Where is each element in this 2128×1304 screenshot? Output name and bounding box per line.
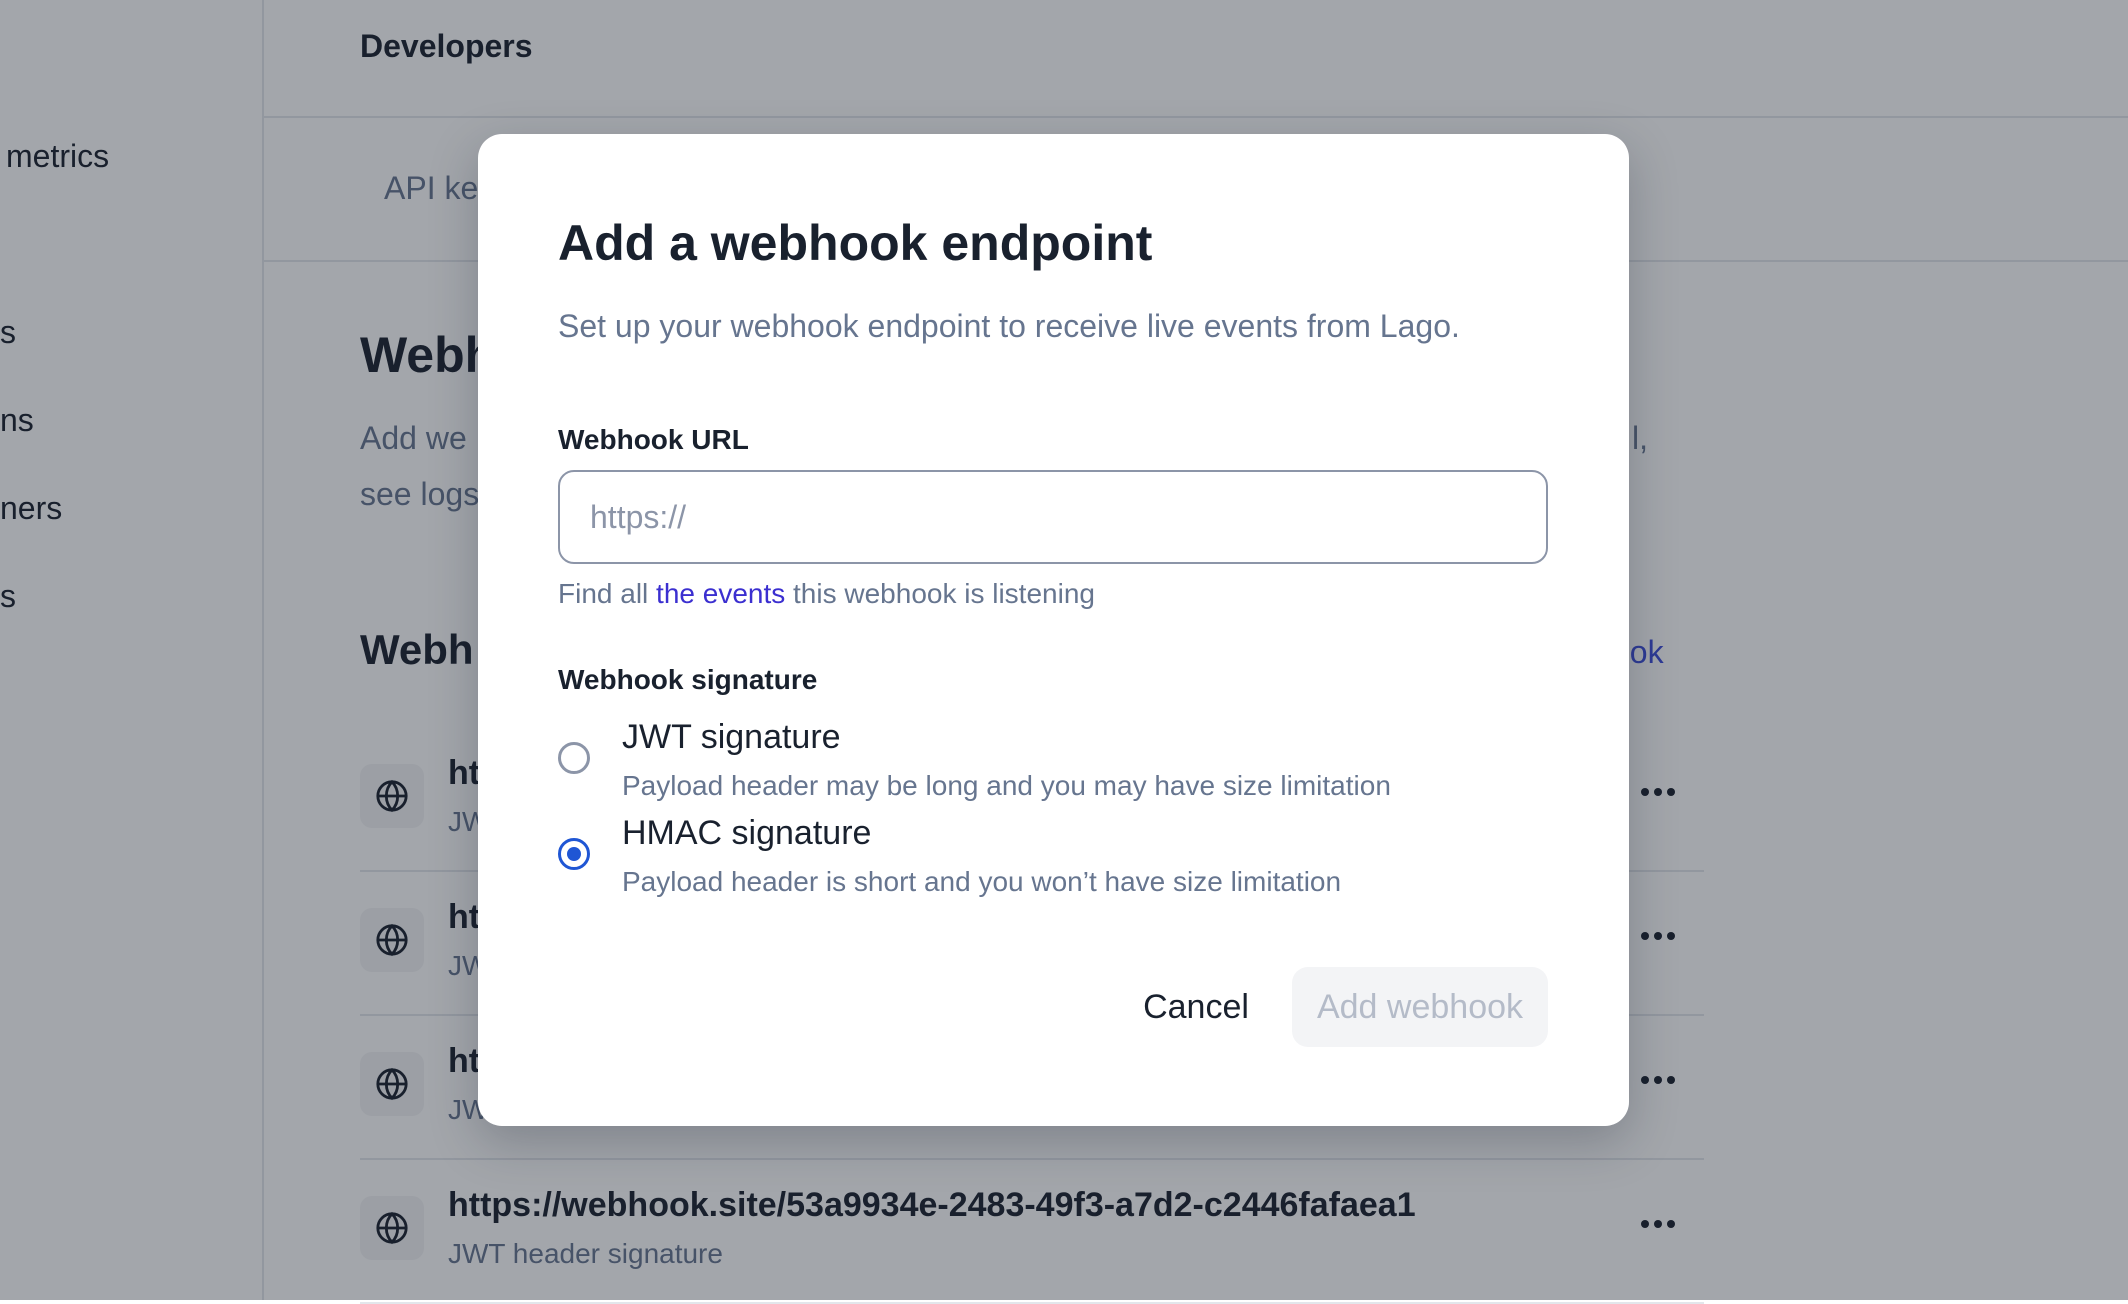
add-webhook-dialog: Add a webhook endpoint Set up your webho… [478,134,1629,1126]
hmac-signature-option[interactable]: HMAC signature Payload header is short a… [558,814,1548,904]
jwt-signature-option[interactable]: JWT signature Payload header may be long… [558,718,1548,808]
helper-prefix: Find all [558,578,657,609]
helper-suffix: this webhook is listening [785,578,1095,609]
webhook-url-label: Webhook URL [558,424,749,455]
hmac-signature-radio[interactable] [558,838,590,870]
jwt-signature-title: JWT signature [622,718,841,756]
add-webhook-button[interactable]: Add webhook [1292,967,1548,1047]
dialog-title: Add a webhook endpoint [558,215,1153,271]
cancel-button[interactable]: Cancel [1126,967,1266,1047]
events-link[interactable]: the events [656,578,785,609]
hmac-signature-title: HMAC signature [622,814,872,852]
hmac-signature-description: Payload header is short and you won’t ha… [622,866,1342,897]
webhook-url-input[interactable] [558,470,1548,564]
jwt-signature-description: Payload header may be long and you may h… [622,770,1391,801]
jwt-signature-radio[interactable] [558,742,590,774]
dialog-description: Set up your webhook endpoint to receive … [558,308,1460,344]
helper-text: Find all the events this webhook is list… [558,578,1095,610]
webhook-signature-label: Webhook signature [558,664,818,695]
